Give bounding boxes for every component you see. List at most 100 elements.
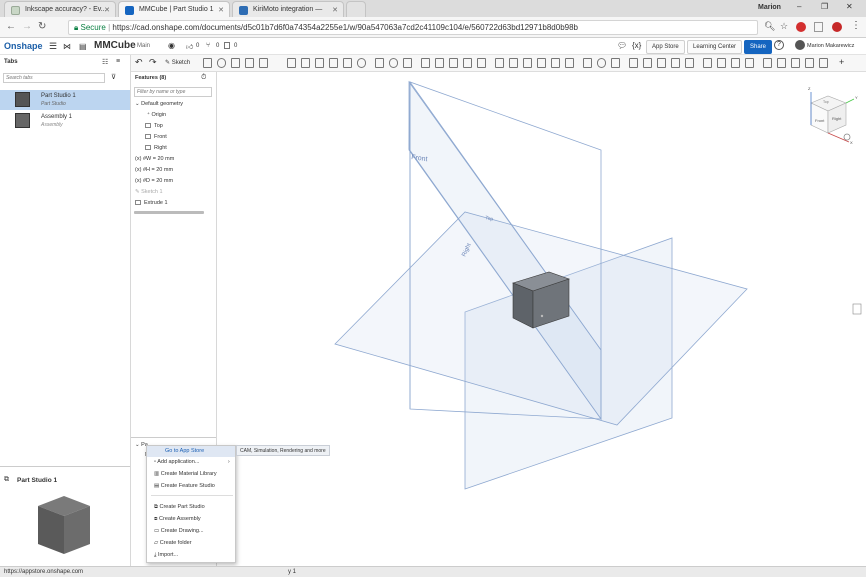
app-feature-icon[interactable]: [717, 58, 726, 68]
corner-icon[interactable]: [671, 58, 680, 68]
filter-features-input[interactable]: [134, 87, 212, 97]
copy-icon[interactable]: [224, 42, 230, 49]
helix-icon[interactable]: [509, 58, 518, 68]
add-application-item[interactable]: ▫ Add application...: [154, 459, 199, 465]
close-icon[interactable]: ✕: [332, 6, 338, 14]
tab-item-assembly-1[interactable]: Assembly 1 Assembly: [0, 111, 130, 131]
zoom-search-icon[interactable]: 🔍︎: [764, 21, 775, 32]
add-custom-icon[interactable]: +: [839, 57, 844, 67]
app-store-button[interactable]: App Store: [646, 40, 685, 54]
flange-icon[interactable]: [643, 58, 652, 68]
chamfer-icon[interactable]: [301, 58, 310, 68]
tab-item-part-studio-1[interactable]: Part Studio 1 Part Studio: [0, 90, 130, 110]
go-to-app-store-item[interactable]: Go to App Store: [165, 448, 204, 454]
avatar[interactable]: [795, 40, 805, 50]
extrude-1-item[interactable]: Extrude 1: [135, 200, 168, 206]
restore-icon[interactable]: ❐: [821, 2, 828, 11]
fill-icon[interactable]: [583, 58, 592, 68]
bookmark-star-icon[interactable]: ☆: [780, 21, 788, 32]
window-close-icon[interactable]: ✕: [846, 2, 853, 11]
front-plane-item[interactable]: Front: [145, 134, 167, 140]
circular-pattern-icon[interactable]: [389, 58, 398, 68]
close-icon[interactable]: ✕: [218, 6, 224, 14]
composite-curve-icon[interactable]: [551, 58, 560, 68]
redo-icon[interactable]: ↷: [149, 57, 157, 68]
right-plane-item[interactable]: Right: [145, 145, 167, 151]
url-field[interactable]: 🔒︎ Secure | https://cad.onshape.com/docu…: [68, 20, 758, 35]
close-icon[interactable]: ✕: [104, 6, 110, 14]
reload-icon[interactable]: ↻: [38, 21, 46, 32]
new-tab-button[interactable]: [346, 1, 366, 17]
shell-icon[interactable]: [343, 58, 352, 68]
render-mode-icon[interactable]: [777, 58, 786, 68]
sweep-icon[interactable]: [231, 58, 240, 68]
tab-icon[interactable]: [657, 58, 666, 68]
help-icon[interactable]: ?: [774, 40, 784, 50]
boolean-icon[interactable]: [421, 58, 430, 68]
rib-icon[interactable]: [329, 58, 338, 68]
tabs-menu-icon[interactable]: ≡: [116, 58, 120, 65]
view-icon[interactable]: [763, 58, 772, 68]
create-part-studio-item[interactable]: ⧉ Create Part Studio: [154, 504, 205, 511]
mirror-icon[interactable]: [403, 58, 412, 68]
mate-connector-icon[interactable]: [611, 58, 620, 68]
search-tabs-input[interactable]: [3, 73, 105, 83]
document-title[interactable]: MMCube: [94, 40, 136, 51]
hamburger-icon[interactable]: ☰: [49, 41, 57, 52]
chrome-menu-icon[interactable]: ⋮: [851, 20, 861, 31]
onshape-logo[interactable]: Onshape: [4, 41, 43, 51]
sketch-button[interactable]: ✎ Sketch: [165, 59, 190, 66]
plane-icon[interactable]: [495, 58, 504, 68]
split-face-icon[interactable]: [565, 58, 574, 68]
filter-icon[interactable]: ⊽: [111, 73, 116, 81]
create-folder-item[interactable]: ▱ Create folder: [154, 540, 192, 546]
side-panel-toggle-icon[interactable]: [852, 303, 862, 315]
variable-w-item[interactable]: (x) #W = 20 mm: [135, 156, 174, 162]
like-icon[interactable]: 👍︎: [186, 42, 193, 51]
linear-pattern-icon[interactable]: [375, 58, 384, 68]
create-material-library-item[interactable]: ▥ Create Material Library: [154, 471, 217, 477]
section-view-icon[interactable]: [791, 58, 800, 68]
browser-user-name[interactable]: Marion: [758, 4, 781, 11]
default-geometry-folder[interactable]: ⌄ Default geometry: [135, 101, 183, 107]
comment-icon[interactable]: 💬︎: [617, 41, 627, 50]
list-view-icon[interactable]: ☷: [102, 58, 108, 66]
hole-icon[interactable]: [357, 58, 366, 68]
variable-d-item[interactable]: (x) #D = 20 mm: [135, 178, 173, 184]
branch-label[interactable]: Main: [137, 43, 150, 49]
user-name[interactable]: Marion Makarewicz: [807, 43, 854, 49]
back-arrow-icon[interactable]: ←: [6, 21, 16, 32]
adblock-icon[interactable]: [796, 22, 806, 32]
sheet-metal-icon[interactable]: [629, 58, 638, 68]
feature-scrollbar[interactable]: [134, 211, 204, 214]
revolve-icon[interactable]: [217, 58, 226, 68]
globe-icon[interactable]: ◉: [168, 41, 175, 50]
forward-arrow-icon[interactable]: →: [22, 21, 32, 32]
custom-feature-icon[interactable]: [731, 58, 740, 68]
browser-tab-onshape[interactable]: MMCube | Part Studio 1 ✕: [118, 1, 230, 17]
view-cube[interactable]: Top Front Right Z X Y: [808, 86, 858, 145]
transform-icon[interactable]: [449, 58, 458, 68]
origin-item[interactable]: ⁺ Origin: [147, 112, 166, 118]
workspace-icon[interactable]: ▤: [79, 42, 87, 51]
import-item[interactable]: ⤓ Import...: [154, 552, 178, 559]
extension-icon[interactable]: [814, 22, 823, 32]
share-button[interactable]: Share: [744, 40, 773, 54]
modify-fillet-icon[interactable]: [477, 58, 486, 68]
browser-tab-inkscape[interactable]: Inkscape accuracy? - Ev... ✕: [4, 1, 116, 17]
split-icon[interactable]: [435, 58, 444, 68]
delete-part-icon[interactable]: [463, 58, 472, 68]
tree-icon[interactable]: ⋈: [63, 42, 71, 51]
bridging-curve-icon[interactable]: [537, 58, 546, 68]
draft-icon[interactable]: [315, 58, 324, 68]
create-drawing-item[interactable]: ▭ Create Drawing...: [154, 528, 204, 534]
create-feature-studio-item[interactable]: ▤ Create Feature Studio: [154, 483, 215, 489]
variable-h-item[interactable]: (x) #H = 20 mm: [135, 167, 173, 173]
loft-icon[interactable]: [245, 58, 254, 68]
minimize-icon[interactable]: –: [797, 2, 801, 11]
kirimoto-icon[interactable]: [745, 58, 754, 68]
extrude-icon[interactable]: [203, 58, 212, 68]
display-states-icon[interactable]: [819, 58, 828, 68]
function-icon[interactable]: {x}: [632, 41, 641, 50]
pinterest-icon[interactable]: [832, 22, 842, 32]
